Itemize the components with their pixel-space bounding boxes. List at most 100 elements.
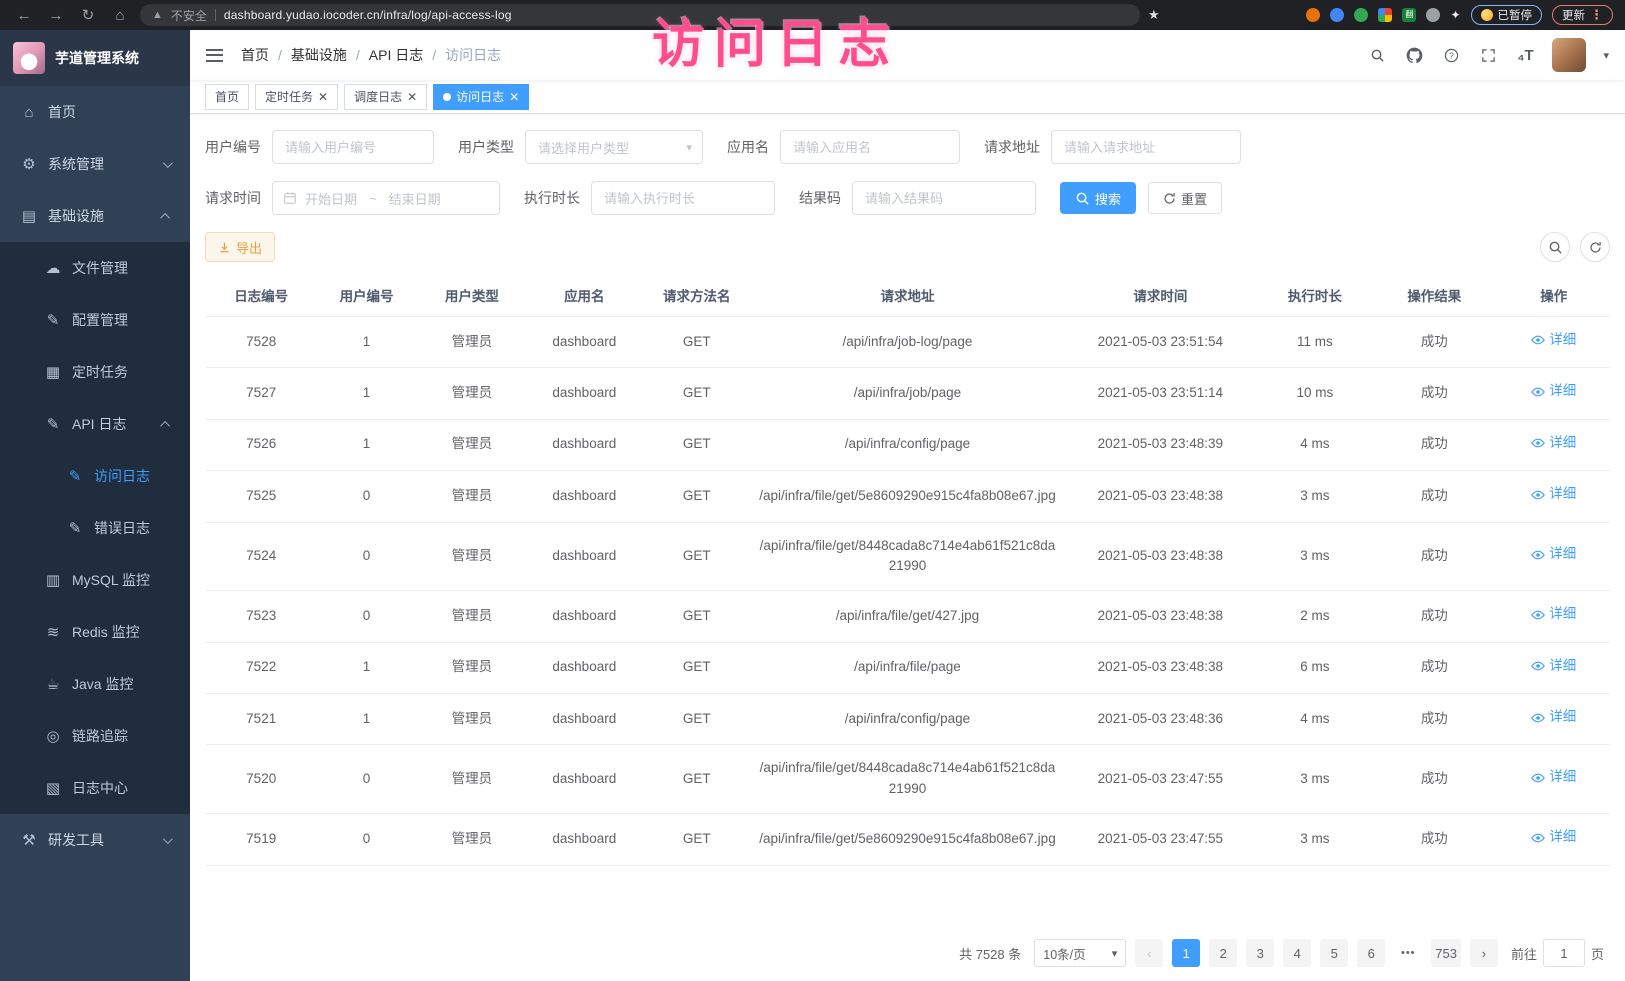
user-type-select[interactable]: 请选择用户类型 ▾ <box>525 130 703 164</box>
extension-icon[interactable] <box>1330 8 1344 22</box>
sidebar-item-config-manage[interactable]: ✎配置管理 <box>0 294 190 346</box>
eye-icon <box>1531 333 1545 347</box>
table-row: 75221管理员dashboardGET/api/infra/file/page… <box>205 642 1610 693</box>
table-header-row: 日志编号用户编号用户类型应用名请求方法名请求地址请求时间执行时长操作结果操作 <box>205 274 1610 317</box>
log-center-icon: ▧ <box>44 779 62 797</box>
extension-icon[interactable] <box>1306 8 1320 22</box>
tab-home[interactable]: 首页 <box>205 84 249 110</box>
reset-button[interactable]: 重置 <box>1148 182 1222 214</box>
sidebar-item-api-log[interactable]: ✎API 日志 <box>0 398 190 450</box>
sidebar-item-access-log[interactable]: ✎访问日志 <box>0 450 190 502</box>
detail-link[interactable]: 详细 <box>1531 827 1576 848</box>
tag-tabs: 首页定时任务✕调度日志✕访问日志✕ <box>190 80 1625 114</box>
user-id-input[interactable] <box>272 130 434 164</box>
breadcrumb-item[interactable]: 基础设施 <box>291 45 347 65</box>
app-name-input[interactable] <box>780 130 960 164</box>
forward-icon[interactable]: → <box>44 7 68 24</box>
detail-link[interactable]: 详细 <box>1531 330 1576 351</box>
detail-link[interactable]: 详细 <box>1531 767 1576 788</box>
cell-id: 7524 <box>205 522 317 591</box>
app-logo[interactable]: 芋道管理系统 <box>0 30 190 86</box>
page-size-select[interactable]: 10条/页 ▾ <box>1034 939 1126 967</box>
page-button-3[interactable]: 3 <box>1246 939 1274 967</box>
detail-link[interactable]: 详细 <box>1531 484 1576 505</box>
cell-url: /api/infra/file/get/8448cada8c714e4ab61f… <box>753 522 1062 591</box>
breadcrumb-item[interactable]: API 日志 <box>369 45 423 65</box>
page-button-753[interactable]: 753 <box>1431 939 1461 967</box>
breadcrumb-item[interactable]: 首页 <box>241 45 269 65</box>
detail-link[interactable]: 详细 <box>1531 656 1576 677</box>
cell-app: dashboard <box>528 368 640 419</box>
sidebar-item-log-center[interactable]: ▧日志中心 <box>0 762 190 814</box>
home-icon[interactable]: ⌂ <box>108 7 132 24</box>
bookmark-star-icon[interactable]: ★ <box>1148 7 1160 23</box>
page-button-6[interactable]: 6 <box>1357 939 1385 967</box>
sidebar-item-file-manage[interactable]: ☁文件管理 <box>0 242 190 294</box>
close-icon[interactable]: ✕ <box>407 91 417 103</box>
more-pages-icon[interactable]: ••• <box>1394 947 1422 959</box>
result-code-input[interactable] <box>852 181 1036 215</box>
page-button-2[interactable]: 2 <box>1209 939 1237 967</box>
next-page-button[interactable]: › <box>1470 939 1498 967</box>
sidebar-item-java-monitor[interactable]: ☕Java 监控 <box>0 658 190 710</box>
sidebar-item-trace[interactable]: ◎链路追踪 <box>0 710 190 762</box>
detail-link[interactable]: 详细 <box>1531 381 1576 402</box>
detail-link[interactable]: 详细 <box>1531 707 1576 728</box>
page-button-5[interactable]: 5 <box>1320 939 1348 967</box>
toggle-search-button[interactable] <box>1540 232 1570 262</box>
table-row: 75261管理员dashboardGET/api/infra/config/pa… <box>205 419 1610 470</box>
cell-user_id: 0 <box>317 814 415 865</box>
request-url-input[interactable] <box>1051 130 1241 164</box>
page-jump-input[interactable] <box>1543 939 1585 967</box>
sidebar-item-redis-monitor[interactable]: ≋Redis 监控 <box>0 606 190 658</box>
prev-page-button[interactable]: ‹ <box>1135 939 1163 967</box>
extension-icon[interactable] <box>1378 8 1392 22</box>
extension-icon[interactable] <box>1354 8 1368 22</box>
chevron-down-icon[interactable]: ▾ <box>1603 49 1609 62</box>
breadcrumb-separator: / <box>278 47 282 63</box>
table-body: 75281管理员dashboardGET/api/infra/job-log/p… <box>205 317 1610 866</box>
sidebar-item-infra[interactable]: ▤基础设施 <box>0 190 190 242</box>
reload-icon[interactable]: ↻ <box>76 6 100 24</box>
cell-result: 成功 <box>1371 642 1497 693</box>
close-icon[interactable]: ✕ <box>318 91 328 103</box>
sidebar-item-scheduled-job[interactable]: ▦定时任务 <box>0 346 190 398</box>
page-button-1[interactable]: 1 <box>1172 939 1200 967</box>
avatar[interactable] <box>1552 38 1586 72</box>
detail-link[interactable]: 详细 <box>1531 604 1576 625</box>
detail-link[interactable]: 详细 <box>1531 433 1576 454</box>
sidebar-item-mysql-monitor[interactable]: ▥MySQL 监控 <box>0 554 190 606</box>
cell-user_type: 管理员 <box>416 368 528 419</box>
tab-job-log[interactable]: 调度日志✕ <box>344 84 427 110</box>
search-icon[interactable] <box>1367 45 1387 65</box>
sidebar-item-system[interactable]: ⚙系统管理 <box>0 138 190 190</box>
extension-icon[interactable]: 翻 <box>1402 8 1416 22</box>
close-icon[interactable]: ✕ <box>509 91 519 103</box>
page-button-4[interactable]: 4 <box>1283 939 1311 967</box>
cell-duration: 4 ms <box>1259 419 1371 470</box>
export-button[interactable]: 导出 <box>205 232 275 262</box>
extensions-pin-icon[interactable]: ✦ <box>1450 8 1460 22</box>
help-icon[interactable]: ? <box>1441 45 1461 65</box>
fullscreen-icon[interactable] <box>1478 45 1498 65</box>
breadcrumb-separator: / <box>432 47 436 63</box>
search-button[interactable]: 搜索 <box>1060 182 1136 214</box>
tab-scheduled-job[interactable]: 定时任务✕ <box>255 84 338 110</box>
duration-input[interactable] <box>591 181 775 215</box>
tab-access-log[interactable]: 访问日志✕ <box>433 84 529 110</box>
github-icon[interactable] <box>1404 45 1424 65</box>
request-time-range-picker[interactable]: 开始日期 ~ 结束日期 <box>272 181 500 215</box>
paused-badge[interactable]: 已暂停 <box>1471 5 1543 25</box>
update-button[interactable]: 更新 ⋮ <box>1552 5 1613 25</box>
column-header: 请求方法名 <box>641 274 753 317</box>
sidebar-item-home[interactable]: ⌂首页 <box>0 86 190 138</box>
sidebar-item-error-log[interactable]: ✎错误日志 <box>0 502 190 554</box>
font-size-icon[interactable]: ₄T <box>1515 45 1535 65</box>
extension-icon[interactable] <box>1426 8 1440 22</box>
detail-link[interactable]: 详细 <box>1531 544 1576 565</box>
address-bar[interactable]: ▲ 不安全 dashboard.yudao.iocoder.cn/infra/l… <box>140 4 1140 26</box>
back-icon[interactable]: ← <box>12 7 36 24</box>
sidebar-item-dev-tools[interactable]: ⚒研发工具 <box>0 814 190 866</box>
hamburger-icon[interactable] <box>206 49 223 62</box>
refresh-table-button[interactable] <box>1580 232 1610 262</box>
